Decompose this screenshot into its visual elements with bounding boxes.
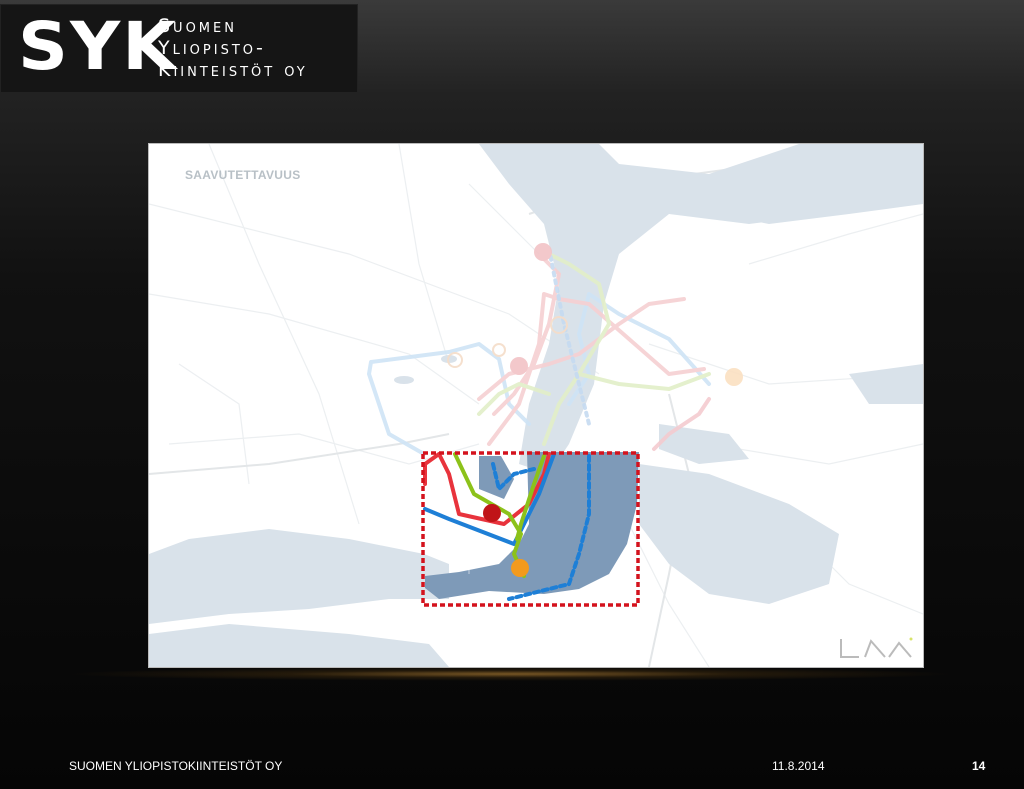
campus-marker-orange xyxy=(511,559,529,577)
logo-line-3: Kiinteistöt oy xyxy=(158,59,308,81)
page-number: 14 xyxy=(972,759,986,773)
company-logo: SYK Suomen Yliopisto- Kiinteistöt oy xyxy=(0,4,358,93)
logo-line-2: Yliopisto- xyxy=(158,37,266,59)
accessibility-map: SAAVUTETTAVUUS xyxy=(148,143,924,668)
logo-wordmark: Suomen Yliopisto- Kiinteistöt oy xyxy=(158,15,308,81)
divider-glow xyxy=(60,667,960,681)
campus-marker-red xyxy=(483,504,501,522)
logo-mark: SYK xyxy=(18,8,179,85)
map-title: SAAVUTETTAVUUS xyxy=(185,168,301,182)
footer-company: SUOMEN YLIOPISTOKIINTEISTÖT OY xyxy=(69,759,283,773)
logo-line-1: Suomen xyxy=(158,15,237,37)
focus-area xyxy=(425,452,639,599)
footer-date: 11.8.2014 xyxy=(772,759,825,773)
map-canvas xyxy=(149,144,923,667)
architect-logo xyxy=(840,637,913,658)
